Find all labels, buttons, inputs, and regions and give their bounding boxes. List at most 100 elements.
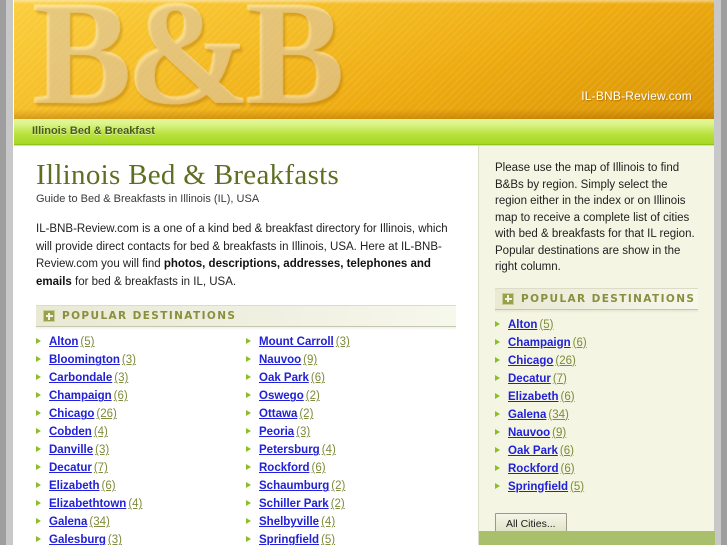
city-count: (34): [548, 408, 569, 421]
city-count: (7): [552, 372, 567, 385]
city-link[interactable]: Galena: [49, 516, 87, 528]
city-count: (6): [310, 372, 325, 385]
city-link[interactable]: Oak Park: [508, 445, 558, 457]
list-item: Decatur (7): [36, 462, 246, 475]
city-link[interactable]: Chicago: [49, 408, 94, 420]
city-link[interactable]: Schaumburg: [259, 480, 329, 492]
city-link[interactable]: Champaign: [508, 337, 571, 349]
city-link[interactable]: Bloomington: [49, 354, 120, 366]
chevron-right-icon: [36, 500, 41, 507]
city-count: (3): [95, 444, 110, 457]
chevron-right-icon: [495, 338, 500, 345]
plus-icon: [43, 310, 55, 323]
city-link[interactable]: Peoria: [259, 426, 294, 438]
city-link[interactable]: Rockford: [259, 462, 309, 474]
chevron-right-icon: [495, 446, 500, 453]
city-count: (3): [114, 372, 129, 385]
city-count: (4): [128, 498, 143, 511]
city-link[interactable]: Springfield: [259, 534, 319, 545]
city-link[interactable]: Oswego: [259, 390, 304, 402]
list-item: Alton (5): [36, 336, 246, 349]
list-item: Springfield (5): [246, 534, 456, 545]
list-item: Danville (3): [36, 444, 246, 457]
city-link[interactable]: Cobden: [49, 426, 92, 438]
city-count: (6): [101, 480, 116, 493]
sidebar-footer-bar: [479, 531, 715, 545]
chevron-right-icon: [36, 410, 41, 417]
page-title: Illinois Bed & Breakfasts: [36, 159, 340, 191]
city-link[interactable]: Decatur: [49, 462, 92, 474]
list-item: Peoria (3): [246, 426, 456, 439]
city-link[interactable]: Carbondale: [49, 372, 112, 384]
chevron-right-icon: [246, 536, 251, 543]
site-header: B&B IL-BNB-Review.com: [14, 0, 714, 119]
list-item: Oak Park (6): [495, 445, 698, 458]
city-link[interactable]: Nauvoo: [508, 427, 550, 439]
city-link[interactable]: Elizabethtown: [49, 498, 126, 510]
city-link[interactable]: Alton: [508, 319, 537, 331]
city-count: (2): [331, 480, 346, 493]
chevron-right-icon: [36, 392, 41, 399]
sidebar-column: Please use the map of Illinois to find B…: [478, 146, 715, 545]
city-link[interactable]: Nauvoo: [259, 354, 301, 366]
city-link[interactable]: Alton: [49, 336, 78, 348]
chevron-right-icon: [246, 500, 251, 507]
city-count: (6): [559, 444, 574, 457]
chevron-right-icon: [36, 428, 41, 435]
city-count: (9): [552, 426, 567, 439]
city-link[interactable]: Springfield: [508, 481, 568, 493]
city-link[interactable]: Galesburg: [49, 534, 106, 545]
chevron-right-icon: [36, 446, 41, 453]
list-item: Elizabethtown (4): [36, 498, 246, 511]
city-link[interactable]: Elizabeth: [508, 391, 558, 403]
city-link[interactable]: Decatur: [508, 373, 551, 385]
city-link[interactable]: Ottawa: [259, 408, 297, 420]
chevron-right-icon: [495, 428, 500, 435]
chevron-right-icon: [495, 410, 500, 417]
city-link[interactable]: Schiller Park: [259, 498, 329, 510]
city-count: (2): [305, 390, 320, 403]
navigation-bar: Illinois Bed & Breakfast: [14, 119, 714, 145]
city-link[interactable]: Mount Carroll: [259, 336, 334, 348]
city-count: (26): [96, 408, 117, 421]
city-link[interactable]: Champaign: [49, 390, 112, 402]
city-link[interactable]: Elizabeth: [49, 480, 99, 492]
city-link[interactable]: Shelbyville: [259, 516, 319, 528]
chevron-right-icon: [246, 374, 251, 381]
chevron-right-icon: [246, 446, 251, 453]
list-item: Bloomington (3): [36, 354, 246, 367]
city-list-left: Alton (5) Bloomington (3) Carbondale (3) Champ…: [36, 336, 246, 545]
city-list-right: Mount Carroll (3) Nauvoo (9) Oak Park (6) Oswe…: [246, 336, 456, 545]
chevron-right-icon: [246, 410, 251, 417]
chevron-right-icon: [246, 392, 251, 399]
city-link[interactable]: Oak Park: [259, 372, 309, 384]
sidebar-city-list: Alton (5) Champaign (6) Chicago (26) Decatur (7…: [495, 319, 698, 494]
content-wrapper: Illinois Bed & Breakfasts Guide to Bed &…: [14, 146, 715, 545]
list-item: Petersburg (4): [246, 444, 456, 457]
chevron-right-icon: [36, 482, 41, 489]
list-item: Rockford (6): [246, 462, 456, 475]
site-url-label: IL-BNB-Review.com: [581, 89, 692, 103]
list-item: Nauvoo (9): [495, 427, 698, 440]
popular-destinations-header: POPULAR DESTINATIONS: [36, 305, 456, 331]
popular-destinations-columns: Alton (5) Bloomington (3) Carbondale (3) Champ…: [36, 336, 456, 545]
city-link[interactable]: Petersburg: [259, 444, 320, 456]
chevron-right-icon: [246, 338, 251, 345]
chevron-right-icon: [495, 464, 500, 471]
breadcrumb[interactable]: Illinois Bed & Breakfast: [32, 125, 155, 137]
city-count: (5): [570, 480, 585, 493]
chevron-right-icon: [495, 320, 500, 327]
chevron-right-icon: [36, 518, 41, 525]
list-item: Galesburg (3): [36, 534, 246, 545]
site-logo[interactable]: B&B: [32, 0, 345, 119]
list-item: Chicago (26): [495, 355, 698, 368]
city-link[interactable]: Rockford: [508, 463, 558, 475]
page-root: B&B IL-BNB-Review.com Illinois Bed & Bre…: [0, 0, 727, 545]
list-item: Oak Park (6): [246, 372, 456, 385]
city-link[interactable]: Danville: [49, 444, 93, 456]
city-link[interactable]: Chicago: [508, 355, 553, 367]
list-item: Alton (5): [495, 319, 698, 332]
city-link[interactable]: Galena: [508, 409, 546, 421]
list-item: Galena (34): [36, 516, 246, 529]
sidebar-intro-paragraph: Please use the map of Illinois to find B…: [495, 162, 695, 273]
